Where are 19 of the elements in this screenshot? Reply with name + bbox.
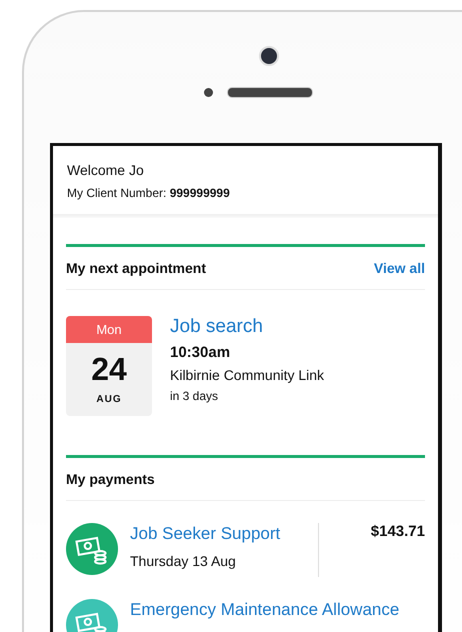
appointment-time: 10:30am	[170, 344, 232, 361]
view-all-link[interactable]: View all	[374, 260, 425, 276]
appointment-title[interactable]: Job search	[170, 316, 324, 338]
payment-name[interactable]: Emergency Maintenance Allowance	[130, 599, 400, 621]
payment-amount: $143.71	[370, 523, 425, 540]
day-label: Mon	[66, 316, 152, 343]
client-number: My Client Number: 999999999	[67, 186, 231, 200]
payment-date: Thursday 13 Aug	[130, 553, 236, 569]
date-number: 24	[90, 351, 128, 388]
payment-name[interactable]: Job Seeker Support	[130, 523, 280, 545]
sensor-icon	[204, 88, 213, 97]
speaker-icon	[227, 87, 313, 98]
appointment-relative: in 3 days	[170, 389, 220, 403]
appointment-place: Kilbirnie Community Link	[170, 367, 324, 383]
section-heading: My next appointment	[66, 260, 206, 276]
month-label: AUG	[95, 394, 123, 405]
section-heading: My payments	[66, 471, 155, 487]
welcome-text: Welcome Jo	[67, 162, 145, 178]
camera-icon	[259, 46, 279, 66]
